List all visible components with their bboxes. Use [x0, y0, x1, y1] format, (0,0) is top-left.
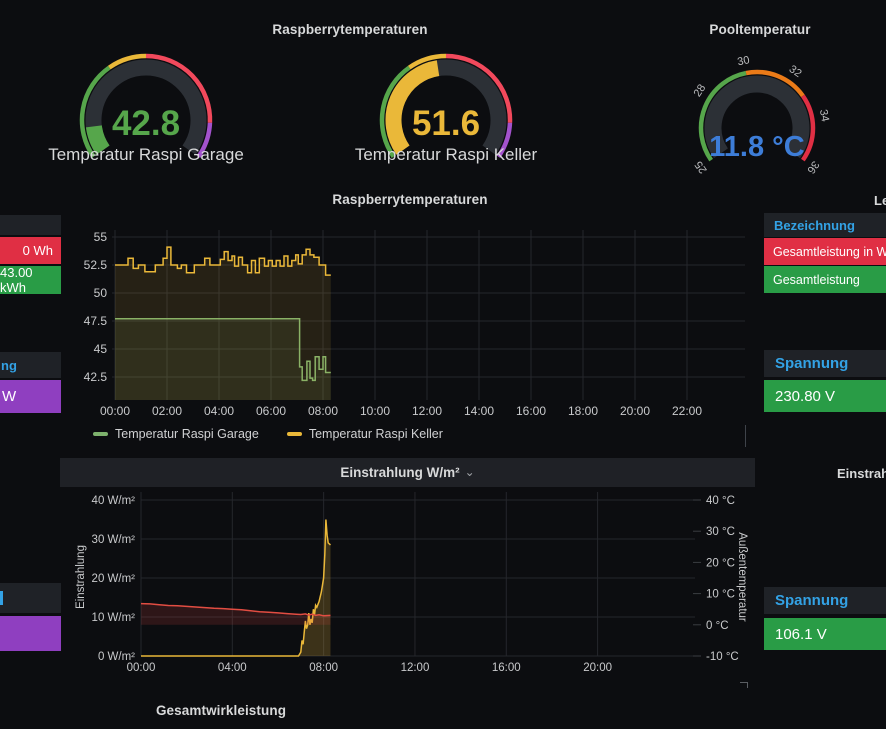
- y-tick-label: 42.5: [84, 370, 108, 384]
- y-tick-label: 55: [94, 230, 108, 244]
- einstrahlung-panel-title: Einstrahlung W/m²: [340, 465, 459, 480]
- right-panel-title-fragment[interactable]: Le: [874, 193, 886, 208]
- x-tick-label: 12:00: [401, 662, 430, 674]
- x-tick-label: 18:00: [568, 404, 598, 418]
- series-line-0: [141, 520, 331, 657]
- gauge-tick-28: 28: [692, 82, 709, 99]
- legend-dash-keller: [287, 432, 302, 436]
- left-table-power-header: ng: [0, 352, 61, 378]
- gauge-tick-30: 30: [736, 56, 750, 68]
- right-axis-title: Außentemperatur: [736, 532, 748, 622]
- right-tick-label: 30 °C: [706, 526, 735, 538]
- left-tick-label: 10 W/m²: [92, 612, 136, 624]
- y-tick-label: 50: [94, 286, 108, 300]
- x-tick-label: 12:00: [412, 404, 442, 418]
- left-table-energy-header: [0, 215, 61, 235]
- y-tick-label: 47.5: [84, 314, 108, 328]
- right-tick-label: 0 °C: [706, 620, 729, 632]
- bezeichnung-table-header[interactable]: Bezeichnung: [764, 213, 886, 237]
- spannung2-header-label: Spannung: [775, 592, 848, 609]
- gauge-label-raspi-garage: Temperatur Raspi Garage: [26, 145, 266, 165]
- x-tick-label: 10:00: [360, 404, 390, 418]
- x-tick-label: 14:00: [464, 404, 494, 418]
- chevron-down-icon: ⌄: [465, 465, 475, 479]
- x-tick-label: 16:00: [516, 404, 546, 418]
- spannung2-table-header[interactable]: Spannung: [764, 587, 886, 614]
- legend-label-keller: Temperatur Raspi Keller: [309, 427, 443, 441]
- left-bottom-table-header: [0, 583, 61, 613]
- right-tick-label: -10 °C: [706, 651, 739, 663]
- panel-resize-handle[interactable]: [745, 425, 746, 447]
- right-tick-label: 10 °C: [706, 589, 735, 601]
- x-tick-label: 04:00: [218, 662, 247, 674]
- series-fill-0: [141, 520, 331, 657]
- x-tick-label: 16:00: [492, 662, 521, 674]
- legend-item-garage[interactable]: Temperatur Raspi Garage: [93, 427, 259, 441]
- left-table-power-header-fragment: ng: [1, 358, 17, 373]
- grafana-dashboard: Raspberrytemperaturen Pooltemperatur 252…: [0, 0, 886, 729]
- left-table-cell-kwh: 43.00 kWh: [0, 266, 61, 294]
- legend-label-garage: Temperatur Raspi Garage: [115, 427, 259, 441]
- series-fill-1: [115, 247, 331, 400]
- left-tick-label: 40 W/m²: [92, 495, 136, 507]
- x-tick-label: 00:00: [100, 404, 130, 418]
- cell-106v: 106.1 V: [764, 618, 886, 650]
- panel-resize-corner[interactable]: [740, 682, 748, 688]
- spannung1-table-header[interactable]: Spannung: [764, 350, 886, 377]
- left-tick-label: 30 W/m²: [92, 534, 136, 546]
- gauge-label-raspi-keller: Temperatur Raspi Keller: [326, 145, 566, 165]
- x-tick-label: 00:00: [127, 662, 156, 674]
- gauge-tick-32: 32: [787, 63, 804, 80]
- x-tick-label: 08:00: [309, 662, 338, 674]
- panel-title-raspberrytemperaturen-gauges[interactable]: Raspberrytemperaturen: [60, 22, 640, 37]
- panel-title-gesamtwirkleistung[interactable]: Gesamtwirkleistung: [60, 703, 382, 718]
- right-tick-label: 40 °C: [706, 495, 735, 507]
- x-tick-label: 08:00: [308, 404, 338, 418]
- gauge-tick-34: 34: [817, 109, 831, 123]
- gauge-value-raspi-keller: 51.6: [366, 104, 526, 144]
- x-tick-label: 04:00: [204, 404, 234, 418]
- x-tick-label: 20:00: [620, 404, 650, 418]
- left-axis-title: Einstrahlung: [75, 545, 87, 609]
- legend-dash-garage: [93, 432, 108, 436]
- cell-gesamtleistung: Gesamtleistung: [764, 266, 886, 293]
- legend-item-keller[interactable]: Temperatur Raspi Keller: [287, 427, 443, 441]
- x-tick-label: 06:00: [256, 404, 286, 418]
- right-tick-label: 20 °C: [706, 557, 735, 569]
- left-tick-label: 20 W/m²: [92, 573, 136, 585]
- left-table-cell-0wh: 0 Wh: [0, 237, 61, 264]
- x-tick-label: 20:00: [583, 662, 612, 674]
- spannung1-header-label: Spannung: [775, 355, 848, 372]
- einstrahlung-panel-header[interactable]: Einstrahlung W/m² ⌄: [60, 458, 755, 487]
- left-table-cell-watt: W: [0, 380, 61, 413]
- y-tick-label: 45: [94, 342, 108, 356]
- x-tick-label: 22:00: [672, 404, 702, 418]
- left-bottom-header-text-fragment: [0, 591, 3, 605]
- cell-230v: 230.80 V: [764, 380, 886, 412]
- y-tick-label: 52.5: [84, 258, 108, 272]
- x-tick-label: 02:00: [152, 404, 182, 418]
- gauge-value-pool: 11.8 °C: [677, 131, 837, 164]
- einstrahlung-chart: 0 W/m²10 W/m²20 W/m²30 W/m²40 W/m²40 °C3…: [60, 487, 755, 687]
- bezeichnung-header-label: Bezeichnung: [774, 218, 855, 233]
- einstrahlung-right-title-fragment[interactable]: Einstrahl: [837, 466, 886, 481]
- raspberry-timeseries-chart: 55 52.5 50 47.5 45 42.5 00:00 02:00 04:00 06:00 08…: [60, 185, 755, 447]
- chart1-legend: Temperatur Raspi Garage Temperatur Raspi…: [93, 427, 443, 441]
- gauge-value-raspi-garage: 42.8: [66, 104, 226, 144]
- cell-gesamtleistung-in-wh: Gesamtleistung in Wh: [764, 238, 886, 265]
- left-bottom-table-cell: [0, 616, 61, 651]
- panel-title-pooltemperatur[interactable]: Pooltemperatur: [640, 22, 880, 37]
